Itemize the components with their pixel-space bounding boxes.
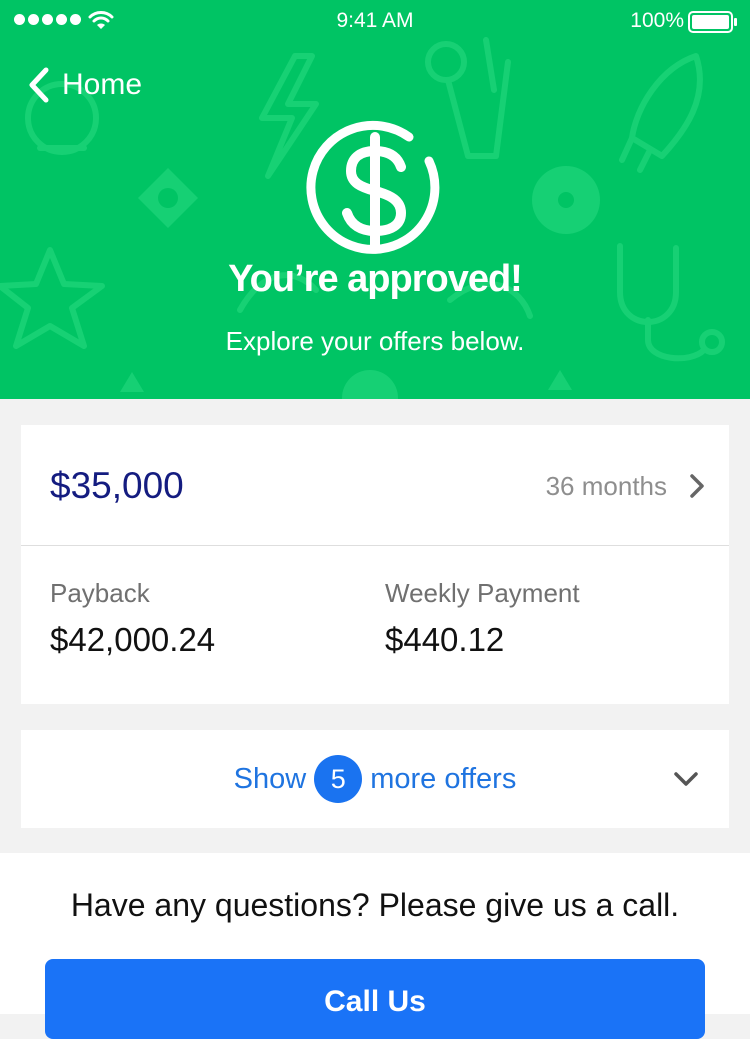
payback-detail: Payback $42,000.24: [50, 578, 215, 659]
offer-term: 36 months: [545, 471, 667, 501]
status-bar: 9:41 AM 100%: [0, 0, 750, 40]
hero-title: You’re approved!: [228, 258, 523, 300]
weekly-payment-value: $440.12: [385, 621, 505, 658]
chevron-down-icon: [674, 772, 698, 786]
chevron-left-icon: [29, 67, 49, 103]
show-more-offers-button[interactable]: Show 5 more offers: [21, 730, 729, 828]
back-button[interactable]: Home: [28, 66, 142, 104]
hero-subtitle: Explore your offers below.: [225, 326, 525, 356]
offer-summary-row[interactable]: $35,000 36 months: [21, 425, 729, 546]
offer-amount: $35,000: [50, 465, 184, 506]
payback-label: Payback: [50, 578, 150, 608]
more-offers-label: Show 5 more offers: [21, 730, 729, 828]
battery-percent: 100%: [630, 9, 684, 32]
dollar-circle-icon: [306, 120, 440, 254]
back-label: Home: [62, 68, 143, 101]
more-offers-suffix: more offers: [370, 762, 517, 795]
questions-text: Have any questions? Please give us a cal…: [70, 887, 680, 923]
contact-section: Have any questions? Please give us a cal…: [0, 853, 750, 1039]
offer-card: $35,000 36 months Payback $42,000.24 Wee…: [21, 425, 729, 704]
weekly-payment-detail: Weekly Payment $440.12: [385, 578, 580, 659]
more-offers-prefix: Show: [233, 762, 307, 795]
hero-banner: 9:41 AM 100% Home You’re approved! Explo…: [0, 0, 750, 399]
offers-count-badge: 5: [314, 755, 363, 803]
call-us-button[interactable]: Call Us: [45, 959, 705, 1039]
weekly-payment-label: Weekly Payment: [385, 578, 580, 608]
battery-icon: [688, 11, 737, 33]
chevron-right-icon: [690, 474, 704, 498]
payback-value: $42,000.24: [50, 621, 216, 658]
